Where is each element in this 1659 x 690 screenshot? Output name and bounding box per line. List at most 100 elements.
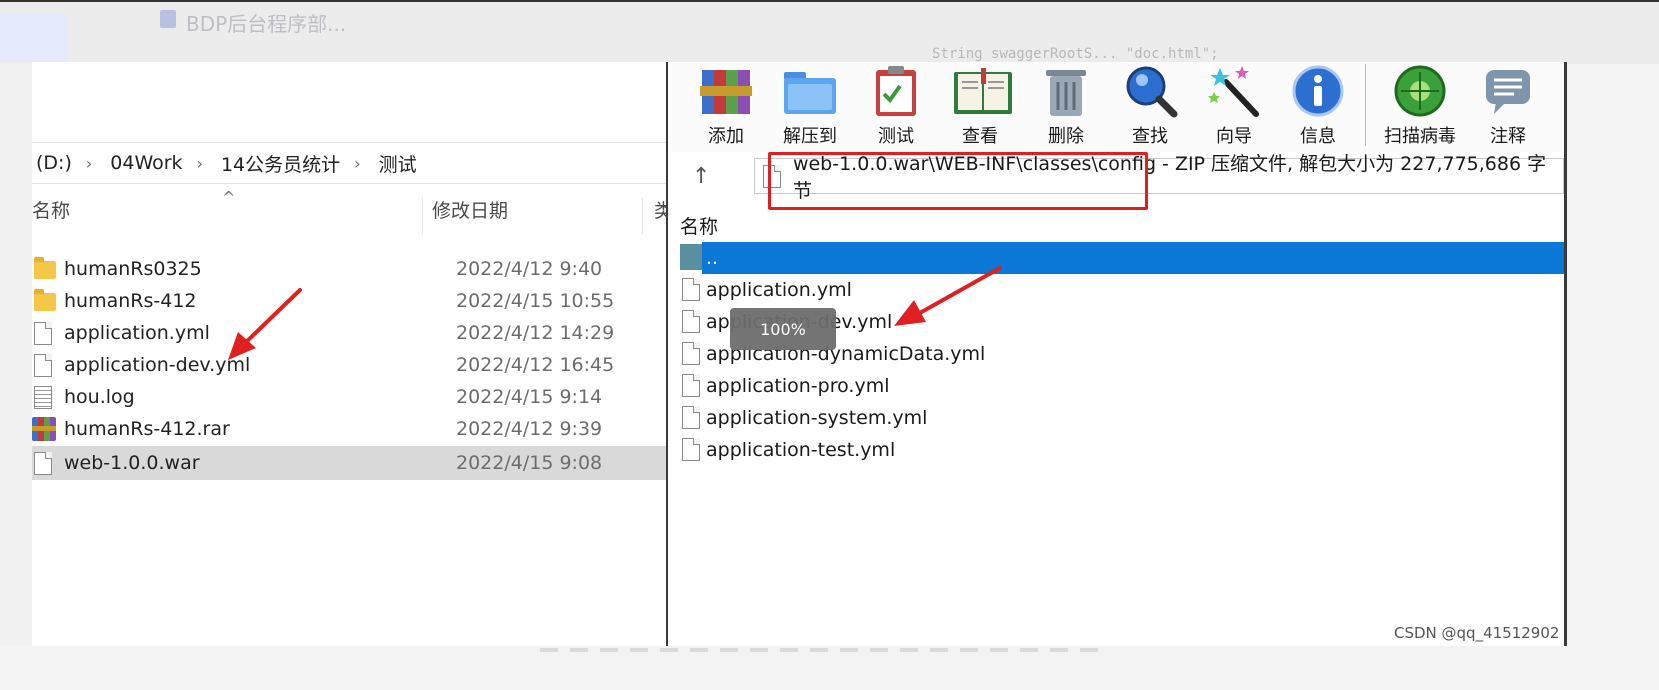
file-icon (682, 406, 700, 429)
breadcrumb-04work[interactable]: 04Work (110, 152, 182, 174)
table-row[interactable]: hou.log 2022/4/15 9:14 文 (32, 380, 708, 414)
breadcrumb[interactable]: (D:) › 04Work › 14公务员统计 › 测试 (32, 142, 708, 184)
toolbar-find-label: 查找 (1132, 126, 1168, 147)
list-item[interactable]: application.yml (668, 274, 1564, 306)
column-divider[interactable] (642, 198, 643, 234)
background-code-hint: String swaggerRootS... "doc.html"; (932, 46, 1219, 62)
table-row[interactable]: humanRs0325 2022/4/12 9:40 文 (32, 252, 708, 286)
toolbar-find-button[interactable]: 查找 (1110, 64, 1190, 148)
table-row[interactable]: humanRs-412.rar 2022/4/12 9:39 W (32, 412, 708, 446)
toolbar-comment-button[interactable]: 注释 (1468, 64, 1548, 148)
file-icon (34, 354, 52, 377)
column-header-name[interactable]: 名称 (680, 212, 718, 239)
background-bottom-strip (0, 646, 1659, 690)
list-item-name: application-system.yml (706, 407, 928, 429)
toolbar-info-label: 信息 (1300, 126, 1336, 147)
toolbar-add-label: 添加 (708, 126, 744, 147)
sort-ascending-icon: ^ (222, 188, 236, 207)
table-row[interactable]: humanRs-412 2022/4/15 10:55 文 (32, 284, 708, 318)
breadcrumb-test[interactable]: 测试 (379, 150, 417, 177)
chevron-right-icon: › (354, 153, 361, 173)
file-date: 2022/4/12 9:40 (456, 258, 603, 280)
breadcrumb-stats[interactable]: 14公务员统计 (221, 150, 340, 177)
background-page-header: BDP后台程序部... String swaggerRootS... "doc.… (0, 0, 1659, 64)
file-date: 2022/4/15 10:55 (456, 290, 615, 312)
folder-icon (34, 289, 56, 311)
document-icon (160, 10, 176, 28)
comment-icon (1480, 64, 1536, 118)
watermark: CSDN @qq_41512902 (1394, 624, 1560, 642)
parent-folder-icon (680, 244, 702, 270)
file-date: 2022/4/12 9:39 (456, 418, 603, 440)
file-name: application-dev.yml (64, 354, 251, 376)
toolbar-scan-virus-button[interactable]: 扫描病毒 (1376, 64, 1464, 148)
list-item-name: application-pro.yml (706, 375, 890, 397)
table-row[interactable]: application.yml 2022/4/12 14:29 Y (32, 316, 708, 350)
folder-extract-icon (782, 64, 838, 118)
toolbar-add-button[interactable]: 添加 (686, 64, 766, 148)
background-placeholder-lines (540, 648, 1100, 652)
file-name: application.yml (64, 322, 210, 344)
background-side-strip (0, 62, 32, 690)
file-icon (682, 278, 700, 301)
winrar-toolbar: 添加 解压到 测试 查看 删除 查找 向导 信息 扫描病毒 注释 (668, 62, 1564, 152)
breadcrumb-drive[interactable]: (D:) (36, 152, 72, 174)
table-row-selected[interactable]: web-1.0.0.war 2022/4/15 9:08 W (32, 446, 708, 480)
toolbar-view-label: 查看 (962, 126, 998, 147)
trash-icon (1038, 64, 1094, 118)
zoom-level-badge: 100% (730, 308, 836, 350)
chevron-right-icon: › (196, 153, 203, 173)
column-divider[interactable] (422, 198, 423, 234)
clipboard-test-icon (868, 64, 924, 118)
table-row[interactable]: application-dev.yml 2022/4/12 16:45 Y (32, 348, 708, 382)
virus-scan-icon (1392, 64, 1448, 118)
list-item[interactable]: application-pro.yml (668, 370, 1564, 402)
toolbar-extract-label: 解压到 (783, 126, 837, 147)
log-file-icon (34, 386, 52, 409)
file-icon (682, 342, 700, 365)
file-icon (682, 438, 700, 461)
list-item-name: application-test.yml (706, 439, 896, 461)
column-header-name[interactable]: 名称 (32, 196, 70, 226)
books-add-icon (698, 64, 754, 118)
toolbar-test-button[interactable]: 测试 (856, 64, 936, 148)
toolbar-wizard-button[interactable]: 向导 (1194, 64, 1274, 148)
background-blue-block (0, 14, 68, 62)
list-item-parent[interactable]: .. (702, 242, 1564, 274)
file-explorer-window: (D:) › 04Work › 14公务员统计 › 测试 ^ 名称 修改日期 类… (32, 62, 708, 690)
file-icon (682, 374, 700, 397)
toolbar-info-button[interactable]: 信息 (1278, 64, 1358, 148)
magic-wand-icon (1206, 64, 1262, 118)
file-name: hou.log (64, 386, 135, 408)
list-item-name: .. (706, 247, 719, 269)
file-date: 2022/4/15 9:14 (456, 386, 603, 408)
up-arrow-icon[interactable]: ↑ (692, 164, 710, 189)
list-item[interactable]: application-system.yml (668, 402, 1564, 434)
winrar-window: 添加 解压到 测试 查看 删除 查找 向导 信息 扫描病毒 注释 ↑ web-1… (666, 62, 1567, 646)
chevron-right-icon: › (85, 153, 93, 173)
list-item[interactable]: application-test.yml (668, 434, 1564, 466)
toolbar-view-button[interactable]: 查看 (940, 64, 1020, 148)
file-icon (34, 452, 52, 475)
file-date: 2022/4/12 16:45 (456, 354, 615, 376)
column-header-date[interactable]: 修改日期 (432, 196, 508, 226)
toolbar-comment-label: 注释 (1490, 126, 1526, 147)
file-date: 2022/4/12 14:29 (456, 322, 615, 344)
info-icon (1290, 64, 1346, 118)
list-item-name: application.yml (706, 279, 852, 301)
folder-icon (34, 257, 56, 279)
toolbar-scan-virus-label: 扫描病毒 (1384, 126, 1456, 147)
background-doc-title: BDP后台程序部... (186, 12, 347, 36)
red-highlight-annotation (768, 152, 1148, 210)
file-name: web-1.0.0.war (64, 452, 200, 474)
toolbar-wizard-label: 向导 (1216, 126, 1252, 147)
toolbar-delete-button[interactable]: 删除 (1026, 64, 1106, 148)
toolbar-extract-button[interactable]: 解压到 (770, 64, 850, 148)
toolbar-delete-label: 删除 (1048, 126, 1084, 147)
file-name: humanRs-412.rar (64, 418, 230, 440)
file-date: 2022/4/15 9:08 (456, 452, 603, 474)
toolbar-test-label: 测试 (878, 126, 914, 147)
book-view-icon (952, 64, 1012, 118)
rar-archive-icon (32, 417, 56, 441)
file-icon (682, 310, 700, 333)
